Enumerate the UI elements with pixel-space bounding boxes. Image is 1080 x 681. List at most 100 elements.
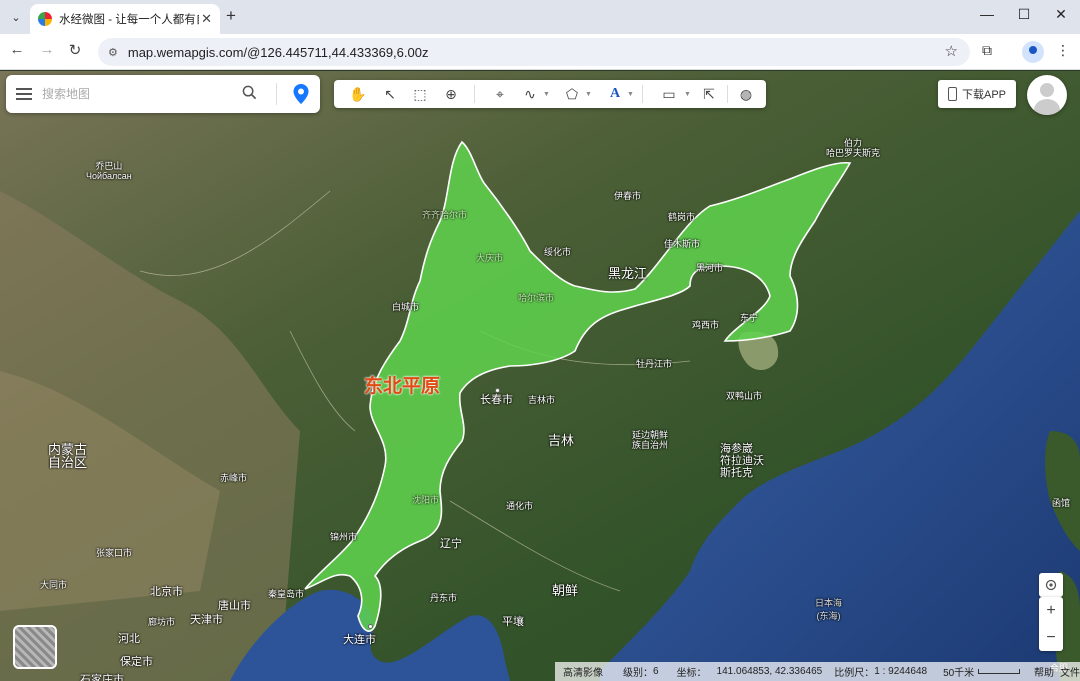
scale-label: 比例尺：	[834, 668, 875, 679]
label-qinhuangdao: 秦皇岛市	[268, 589, 305, 599]
map-tools-bar: ✋ ↖ ⬚ ⊕ ⌖ ∿ ▼ ⬠ ▼ A ▼ ▭ ▼ ⇱ ◍	[334, 80, 766, 108]
pan-hand-icon[interactable]: ✋	[348, 84, 368, 104]
chevron-down-icon[interactable]: ▼	[543, 91, 550, 98]
label-jilin-city: 吉林市	[528, 395, 556, 405]
tools-divider	[727, 85, 728, 103]
coord-label: 坐标：	[676, 668, 707, 679]
label-harbin: 哈尔滨市	[518, 293, 555, 303]
scale-bar-label: 50千米	[943, 668, 975, 679]
label-haishenwei: 海参崴 符拉迪沃 斯托克	[720, 443, 764, 479]
label-dalian: 大连市	[343, 634, 376, 646]
address-bar[interactable]: ⚙ map.wemapgis.com/@126.445711,44.433369…	[98, 38, 970, 66]
label-tonghua: 通化市	[506, 501, 534, 511]
draw-polygon-icon[interactable]: ⬠	[562, 84, 582, 104]
imagery-type[interactable]: 高清影像	[563, 664, 603, 679]
map-canvas[interactable]: 内蒙古 自治区 黑龙江 吉林 辽宁 朝鲜 河北 海参崴 符拉迪沃 斯托克 日本海…	[0, 71, 1080, 681]
chevron-down-icon[interactable]: ▼	[684, 91, 691, 98]
coord-value: 141.064853, 42.336465	[716, 666, 823, 677]
box-select-icon[interactable]: ⬚	[410, 84, 430, 104]
level-label: 级别：	[623, 668, 653, 679]
label-chaoxian: 朝鲜	[552, 583, 579, 598]
city-dot	[368, 624, 373, 629]
bookmark-star-icon[interactable]: ☆	[945, 42, 958, 60]
label-heilongjiang: 黑龙江	[608, 266, 648, 281]
label-zhangjiakou: 张家口市	[96, 548, 133, 558]
browser-tab[interactable]: 水经微图 - 让每一个人都有自己 ✕	[30, 4, 220, 34]
tab-search-chevron-icon[interactable]: ⌄	[6, 7, 26, 27]
zoom-control: + −	[1039, 597, 1063, 651]
search-input[interactable]	[42, 87, 232, 101]
url-text: map.wemapgis.com/@126.445711,44.433369,6…	[127, 44, 429, 60]
label-suihua: 绥化市	[544, 247, 572, 257]
files-link[interactable]: 文件	[1060, 664, 1080, 679]
phone-icon	[947, 87, 957, 101]
select-arrow-icon[interactable]: ↖	[380, 84, 400, 104]
window-close-icon[interactable]: ✕	[1049, 6, 1073, 23]
chevron-down-icon[interactable]: ▼	[627, 91, 634, 98]
user-avatar[interactable]	[1027, 75, 1067, 115]
label-baicheng: 白城市	[392, 302, 420, 312]
profile-icon[interactable]	[1022, 41, 1044, 63]
label-chifeng: 赤峰市	[220, 473, 248, 483]
label-langfang: 廊坊市	[148, 617, 176, 627]
label-beijing: 北京市	[150, 586, 183, 598]
label-tianjin: 天津市	[190, 614, 223, 626]
extensions-icon[interactable]: ⧉	[982, 42, 992, 59]
tab-close-icon[interactable]: ✕	[201, 11, 212, 27]
site-info-icon[interactable]: ⚙	[108, 46, 118, 59]
label-dandong: 丹东市	[430, 593, 458, 603]
label-hebei: 河北	[118, 633, 140, 645]
forward-icon[interactable]: →	[36, 41, 58, 58]
label-datong: 大同市	[40, 580, 68, 590]
measure-ruler-icon[interactable]: ▭	[656, 84, 682, 104]
place-marker-icon[interactable]: ⌖	[490, 84, 510, 104]
status-bar: 高清影像 级别： 6 坐标： 141.064853, 42.336465 比例尺…	[555, 662, 1080, 681]
label-changchun: 长春市	[480, 394, 513, 406]
locate-button[interactable]	[1039, 573, 1063, 597]
label-pyongyang: 平壤	[502, 616, 524, 628]
zoom-area-icon[interactable]: ⊕	[441, 84, 461, 104]
label-choibalsan: 乔巴山 Чойбалсан	[86, 161, 132, 181]
label-neimenggu: 内蒙古 自治区	[48, 442, 88, 470]
download-app-button[interactable]: 下载APP	[938, 80, 1016, 108]
tab-title: 水经微图 - 让每一个人都有自己	[59, 14, 199, 26]
label-jixi: 鸡西市	[692, 320, 720, 330]
tools-divider	[642, 85, 643, 103]
back-icon[interactable]: ←	[6, 41, 28, 58]
label-jinzhou: 锦州市	[330, 532, 358, 542]
search-icon[interactable]	[242, 85, 257, 100]
help-link[interactable]: 帮助	[1034, 664, 1054, 679]
label-japan-sea: 日本海 (东海)	[815, 598, 843, 621]
label-hegang: 鹤岗市	[668, 212, 696, 222]
search-panel	[6, 75, 320, 113]
new-tab-icon[interactable]: +	[226, 6, 236, 26]
search-divider	[276, 83, 277, 105]
globe-icon[interactable]: ◍	[736, 84, 756, 104]
browser-toolbar: ← → ↻ ⚙ map.wemapgis.com/@126.445711,44.…	[0, 34, 1080, 70]
download-app-label: 下载APP	[961, 89, 1006, 101]
text-label-icon[interactable]: A	[605, 84, 625, 104]
region-title: 东北平原	[364, 376, 441, 397]
label-jilin: 吉林	[548, 433, 575, 448]
location-pin-icon[interactable]	[292, 83, 310, 105]
label-khabarovsk: 伯力 哈巴罗夫斯克	[826, 138, 881, 158]
browser-menu-icon[interactable]: ⋮	[1056, 42, 1070, 59]
label-jiamusi: 佳木斯市	[664, 239, 701, 249]
draw-line-icon[interactable]: ∿	[520, 84, 540, 104]
minimize-icon[interactable]: —	[975, 6, 999, 22]
label-shenyang: 沈阳市	[412, 495, 440, 505]
pointer-tool-icon[interactable]: ⇱	[699, 84, 719, 104]
zoom-out-button[interactable]: −	[1039, 624, 1063, 651]
reload-icon[interactable]: ↻	[64, 41, 86, 59]
basemap-switch-button[interactable]	[13, 625, 57, 669]
menu-icon[interactable]	[16, 88, 32, 100]
label-hakodate: 函馆	[1052, 498, 1071, 508]
label-shuangyashan: 双鸭山市	[726, 391, 763, 401]
label-tangshan: 唐山市	[218, 600, 251, 612]
label-yichun: 伊春市	[614, 191, 642, 201]
browser-tabbar: ⌄ 水经微图 - 让每一个人都有自己 ✕ + — ☐ ✕	[0, 0, 1080, 34]
zoom-in-button[interactable]: +	[1039, 597, 1063, 624]
maximize-icon[interactable]: ☐	[1012, 6, 1036, 23]
scale-value: 1 : 9244648	[874, 666, 928, 677]
chevron-down-icon[interactable]: ▼	[585, 91, 592, 98]
